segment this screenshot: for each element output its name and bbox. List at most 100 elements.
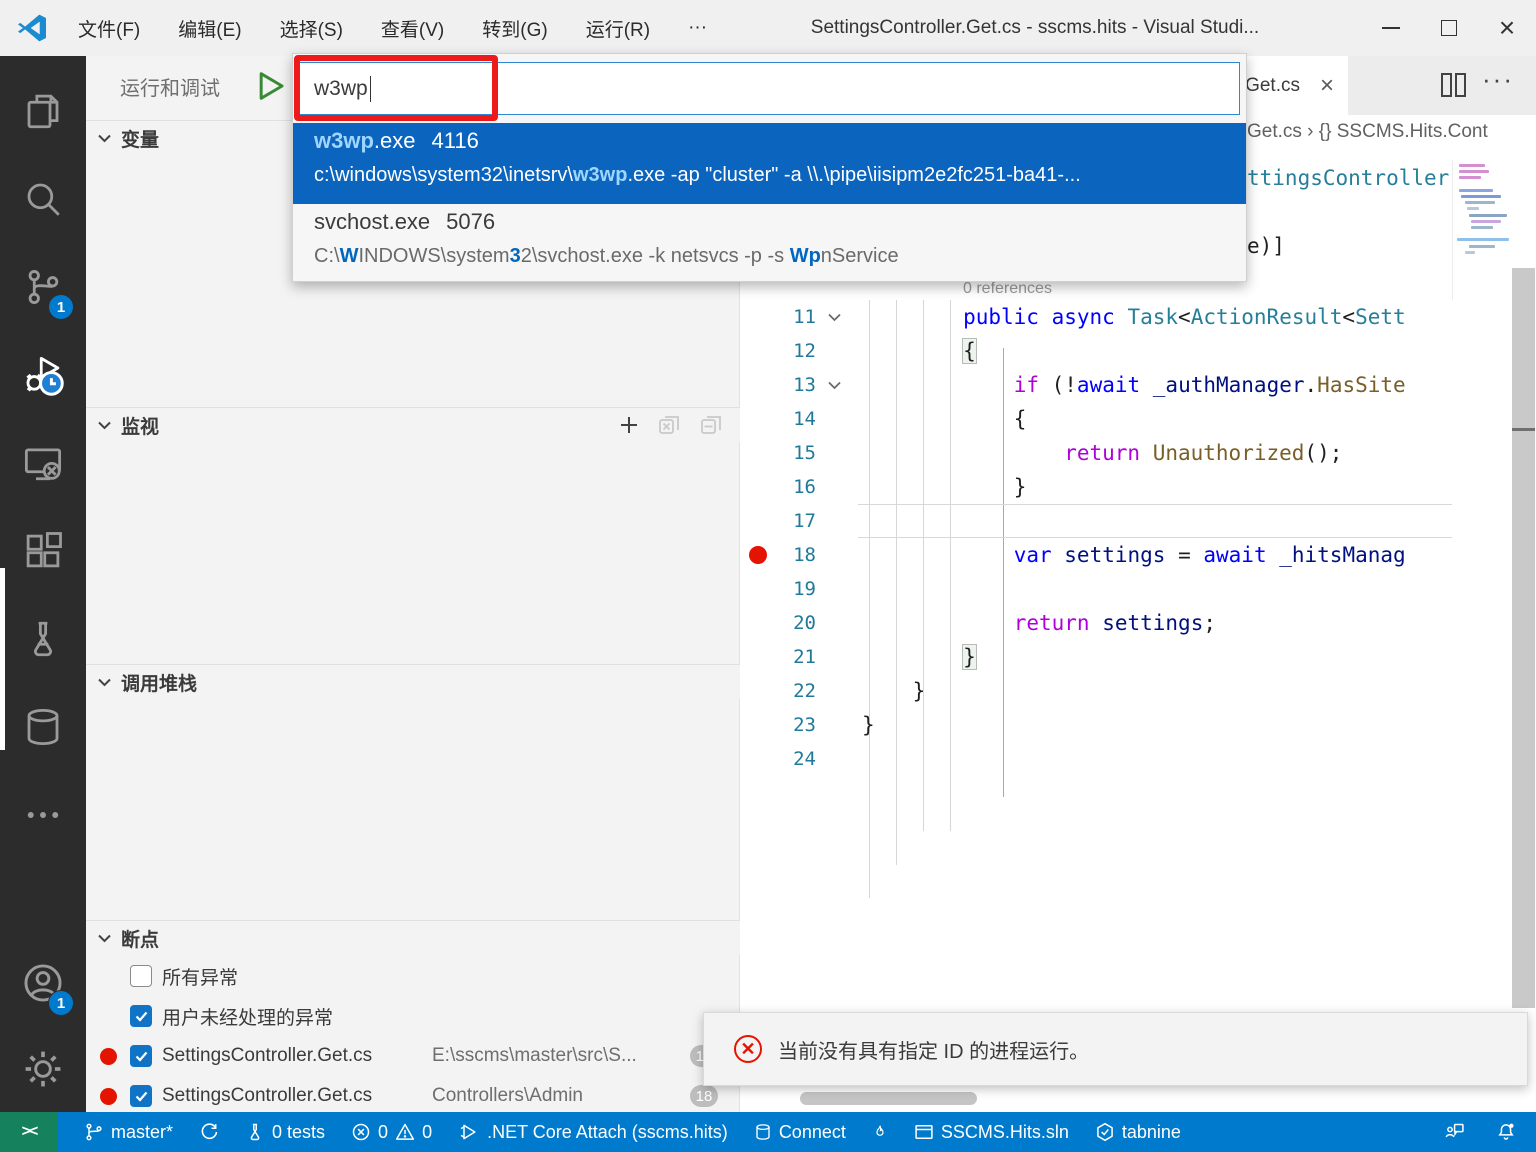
beaker-icon	[245, 1122, 265, 1142]
process-item-1[interactable]: svchost.exe5076 C:\WINDOWS\system32\svch…	[293, 204, 1246, 285]
menu-5[interactable]: 运行(R)	[586, 15, 650, 42]
checkbox[interactable]	[130, 1045, 152, 1067]
bp-all-exceptions[interactable]: 所有异常	[86, 958, 740, 994]
activity-run-and-debug-icon[interactable]	[0, 332, 86, 418]
error-notification: ✕ 当前没有具有指定 ID 的进程运行。	[703, 1012, 1528, 1086]
feedback-icon	[1444, 1122, 1466, 1142]
chevron-down-icon	[98, 421, 111, 430]
menu-3[interactable]: 查看(V)	[381, 15, 444, 42]
section-callstack[interactable]: 调用堆栈	[86, 664, 740, 699]
active-view-indicator	[0, 568, 5, 750]
bell-icon	[1496, 1122, 1516, 1142]
activity-search-icon[interactable]	[0, 156, 86, 242]
remote-indicator[interactable]: ><	[0, 1112, 58, 1152]
error-icon	[351, 1122, 371, 1142]
code-line-20: 20return settings;	[740, 606, 1512, 640]
line-number: 14	[740, 402, 816, 436]
editor-more-actions-icon[interactable]: ···	[1482, 64, 1514, 95]
menu-1[interactable]: 编辑(E)	[178, 15, 241, 42]
activity-more-views-icon[interactable]	[0, 772, 86, 858]
activity-extensions-icon[interactable]	[0, 508, 86, 594]
window-controls: ×	[1362, 0, 1536, 56]
error-icon: ✕	[734, 1035, 762, 1063]
statusbar-sscms-hits-sln[interactable]: SSCMS.Hits.sln	[914, 1122, 1069, 1143]
statusbar-master[interactable]: master*	[84, 1122, 173, 1143]
overview-ruler-marker	[1512, 428, 1535, 431]
notification-message: 当前没有具有指定 ID 的进程运行。	[778, 1035, 1089, 1064]
attach-icon	[458, 1122, 480, 1142]
line-number: 16	[740, 470, 816, 504]
activity-source-control-icon[interactable]: 1	[0, 244, 86, 330]
line-number: 20	[740, 606, 816, 640]
statusbar-0-tests[interactable]: 0 tests	[245, 1122, 325, 1143]
activity-accounts-icon[interactable]: 1	[0, 940, 86, 1026]
statusbar-net-core-attach-sscms-hits[interactable]: .NET Core Attach (sscms.hits)	[458, 1122, 728, 1143]
line-number: 23	[740, 708, 816, 742]
menu-2[interactable]: 选择(S)	[280, 15, 343, 42]
statusbar-bell[interactable]	[1496, 1122, 1516, 1142]
line-number: 12	[740, 334, 816, 368]
minimize-button[interactable]	[1362, 0, 1420, 56]
collapse-all-icon[interactable]	[700, 414, 724, 436]
code-line-14: 14{	[740, 402, 1512, 436]
statusbar-connect[interactable]: Connect	[754, 1122, 846, 1143]
statusbar-0[interactable]: 00	[351, 1122, 432, 1143]
menu-4[interactable]: 转到(G)	[482, 15, 547, 42]
line-number: 11	[740, 300, 816, 334]
line-number: 18	[740, 538, 816, 572]
maximize-button[interactable]	[1420, 0, 1478, 56]
flame-icon	[872, 1122, 888, 1142]
code-line-24: 24	[740, 742, 1512, 776]
code-line-15: 15return Unauthorized();	[740, 436, 1512, 470]
code-line-19: 19	[740, 572, 1512, 606]
tabnine-icon	[1095, 1122, 1115, 1142]
activity-explorer-icon[interactable]	[0, 68, 86, 154]
fold-chevron-icon[interactable]	[828, 381, 841, 390]
section-breakpoints[interactable]: 断点	[86, 920, 740, 955]
annotation-highlight-box	[294, 55, 498, 121]
statusbar-tabnine[interactable]: tabnine	[1095, 1122, 1181, 1143]
bp-file-2[interactable]: SettingsController.Get.csControllers\Adm…	[86, 1078, 740, 1114]
sidebar-title: 运行和调试	[120, 72, 220, 101]
activity-testing-icon[interactable]	[0, 596, 86, 682]
bp-user-unhandled[interactable]: 用户未经处理的异常	[86, 998, 740, 1034]
add-expression-icon[interactable]	[618, 414, 640, 436]
fold-chevron-icon[interactable]	[828, 313, 841, 322]
chevron-down-icon	[98, 934, 111, 943]
checkbox[interactable]	[130, 1085, 152, 1107]
code-fragment-1: e)]	[1247, 234, 1285, 258]
activity-settings-icon[interactable]	[0, 1026, 86, 1112]
statusbar-flame[interactable]	[872, 1122, 888, 1142]
activity-database-icon[interactable]	[0, 684, 86, 770]
line-number: 22	[740, 674, 816, 708]
activity-remote-explorer-icon[interactable]	[0, 420, 86, 506]
split-editor-icon[interactable]	[1441, 73, 1466, 97]
sync-icon	[199, 1122, 219, 1142]
warning-icon	[395, 1122, 415, 1142]
folder-icon	[914, 1122, 934, 1142]
line-number: 24	[740, 742, 816, 776]
menu-bar: 文件(F) 编辑(E) 选择(S) 查看(V) 转到(G) 运行(R) ···	[78, 0, 707, 56]
line-number: 15	[740, 436, 816, 470]
bp-file-1[interactable]: SettingsController.Get.csE:\sscms\master…	[86, 1038, 740, 1074]
minimap[interactable]	[1452, 160, 1512, 300]
section-watch[interactable]: 监视	[86, 407, 740, 442]
code-line-22: 22}	[740, 674, 1512, 708]
process-item-0[interactable]: w3wp.exe4116 c:\windows\system32\inetsrv…	[293, 123, 1246, 204]
editor-vertical-scrollbar[interactable]	[1512, 268, 1535, 1008]
checkbox[interactable]	[130, 1005, 152, 1027]
statusbar-sync[interactable]	[199, 1122, 219, 1142]
checkbox[interactable]	[130, 965, 152, 987]
close-button[interactable]: ×	[1478, 0, 1536, 56]
remove-all-expressions-icon[interactable]	[658, 414, 682, 436]
line-number: 21	[740, 640, 816, 674]
tab-close-icon[interactable]: ×	[1320, 72, 1334, 100]
start-debug-button[interactable]	[256, 70, 286, 102]
menu-0[interactable]: 文件(F)	[78, 15, 140, 42]
menu-6[interactable]: ···	[688, 17, 707, 39]
window-title: SettingsController.Get.cs - sscms.hits -…	[770, 0, 1300, 56]
code-line-11: 11public async Task<ActionResult<Sett	[740, 300, 1512, 334]
code-line-16: 16}	[740, 470, 1512, 504]
statusbar-feedback[interactable]	[1444, 1122, 1466, 1142]
editor-horizontal-scrollbar[interactable]	[800, 1092, 977, 1105]
